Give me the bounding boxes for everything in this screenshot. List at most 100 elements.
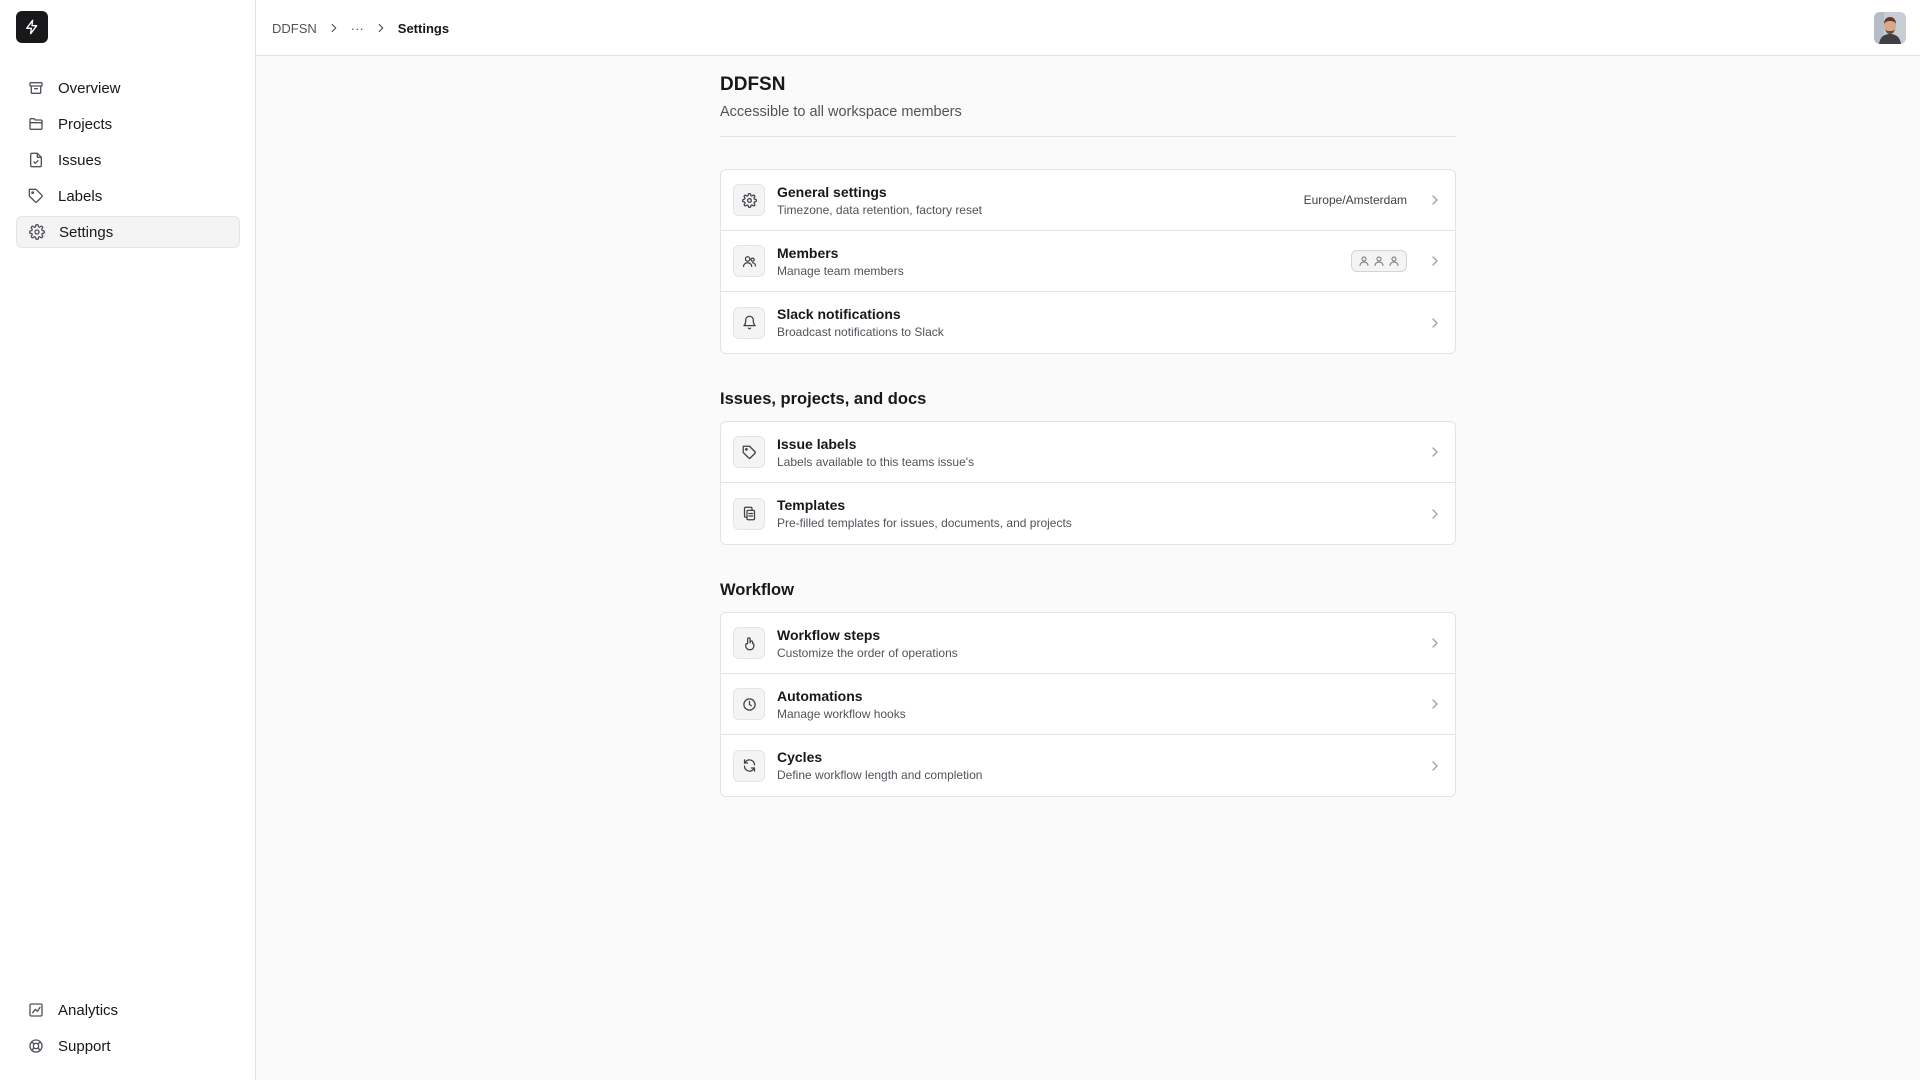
row-title: Members <box>777 244 839 261</box>
chevron-right-icon <box>378 23 384 33</box>
chevron-right-icon <box>331 23 337 33</box>
slack-notifications-row[interactable]: Slack notifications Broadcast notificati… <box>721 292 1455 353</box>
row-title: Templates <box>777 497 846 513</box>
sidebar-item-label: Support <box>58 1037 111 1055</box>
clock-icon <box>742 697 756 711</box>
chevron-right-icon <box>1432 760 1438 771</box>
sidebar-item-overview[interactable]: Overview <box>16 72 240 104</box>
breadcrumb-root[interactable]: DDFSN <box>272 21 317 36</box>
breadcrumb-ellipsis[interactable]: ··· <box>351 21 364 36</box>
gear-icon <box>741 192 757 208</box>
sidebar: Overview Projects Issues Labels Settings… <box>0 0 256 1080</box>
row-text: General settings Timezone, data retentio… <box>777 183 1304 218</box>
row-icon <box>733 749 765 782</box>
person-icon <box>1359 256 1369 266</box>
sidebar-item-issues[interactable]: Issues <box>16 144 240 176</box>
row-text: Automations Manage workflow hooks <box>777 687 1427 722</box>
row-description: Labels available to this teams issue's <box>777 454 975 469</box>
sidebar-item-analytics[interactable]: Analytics <box>16 994 240 1026</box>
chevron-right-icon <box>1432 638 1438 648</box>
app-logo[interactable] <box>16 11 48 43</box>
sidebar-item-label: Labels <box>58 187 103 205</box>
sidebar-nav: Overview Projects Issues Labels Settings <box>16 72 240 252</box>
sidebar-bottom-nav: Analytics Support <box>16 994 240 1066</box>
pointer-hand-icon <box>744 636 754 650</box>
topbar: DDFSN ··· Settings <box>256 0 1920 56</box>
gear-icon <box>29 224 45 240</box>
row-description: Manage workflow hooks <box>777 706 906 721</box>
row-icon <box>733 627 765 659</box>
chevron-right-icon <box>1432 195 1438 205</box>
automations-row[interactable]: Automations Manage workflow hooks <box>721 674 1455 735</box>
timezone-value: Europe/Amsterdam <box>1303 193 1407 207</box>
general-settings-row[interactable]: General settings Timezone, data retentio… <box>721 170 1455 231</box>
users-icon <box>742 255 756 267</box>
row-icon <box>733 497 765 530</box>
members-row[interactable]: Members Manage team members <box>721 231 1455 292</box>
chart-icon <box>29 1003 43 1017</box>
cycles-row[interactable]: Cycles Define workflow length and comple… <box>721 735 1455 796</box>
breadcrumb: DDFSN ··· Settings <box>272 0 449 56</box>
row-icon <box>733 436 765 468</box>
member-avatars <box>1351 250 1407 272</box>
section-title-workflow: Workflow <box>720 581 794 599</box>
row-icon <box>733 184 765 216</box>
row-title: General settings <box>777 183 887 200</box>
person-icon <box>1389 256 1399 266</box>
row-text: Slack notifications Broadcast notificati… <box>777 305 1427 340</box>
tag-icon <box>28 188 43 203</box>
row-description: Manage team members <box>777 263 904 278</box>
chevron-right-icon <box>1432 699 1438 709</box>
section-title-issues: Issues, projects, and docs <box>720 390 927 408</box>
avatar[interactable] <box>1874 12 1906 44</box>
row-description: Define workflow length and completion <box>777 768 983 782</box>
sidebar-item-label: Overview <box>58 79 121 97</box>
chevron-right-icon <box>1432 508 1438 519</box>
row-text: Cycles Define workflow length and comple… <box>777 748 1427 783</box>
sidebar-item-projects[interactable]: Projects <box>16 108 240 140</box>
user-avatar-icon <box>1874 12 1906 44</box>
row-title: Workflow steps <box>777 626 881 643</box>
row-description: Customize the order of operations <box>777 645 958 660</box>
row-text: Templates Pre-filled templates for issue… <box>777 496 1427 531</box>
sidebar-item-settings[interactable]: Settings <box>16 216 240 248</box>
row-title: Cycles <box>777 749 823 765</box>
bell-icon <box>742 315 756 330</box>
sidebar-item-labels[interactable]: Labels <box>16 180 240 212</box>
row-description: Pre-filled templates for issues, documen… <box>777 516 1072 530</box>
row-description: Broadcast notifications to Slack <box>777 325 944 339</box>
row-icon <box>733 245 765 277</box>
issues-card: Issue labels Labels available to this te… <box>720 421 1456 545</box>
row-icon <box>733 688 765 720</box>
row-title: Issue labels <box>777 435 857 452</box>
row-text: Members Manage team members <box>777 244 1351 279</box>
person-icon <box>1374 256 1384 266</box>
lifebuoy-icon <box>29 1039 43 1053</box>
settings-main: DDFSN Accessible to all workspace member… <box>720 74 1456 797</box>
page-subtitle: Accessible to all workspace members <box>720 104 1456 137</box>
templates-row[interactable]: Templates Pre-filled templates for issue… <box>721 483 1455 544</box>
row-text: Issue labels Labels available to this te… <box>777 435 1427 470</box>
workflow-card: Workflow steps Customize the order of op… <box>720 612 1456 797</box>
row-title: Automations <box>777 687 863 704</box>
chevron-right-icon <box>1432 447 1438 457</box>
sidebar-item-support[interactable]: Support <box>16 1030 240 1062</box>
sidebar-item-label: Analytics <box>58 1001 119 1019</box>
workflow-steps-row[interactable]: Workflow steps Customize the order of op… <box>721 613 1455 674</box>
sidebar-item-label: Settings <box>59 223 114 241</box>
file-icon <box>30 152 42 168</box>
row-icon <box>733 306 765 339</box>
page-title: DDFSN <box>720 74 786 95</box>
breadcrumb-current: Settings <box>397 20 450 36</box>
tag-icon <box>742 445 756 459</box>
sidebar-item-label: Projects <box>58 115 113 133</box>
sidebar-item-label: Issues <box>58 151 102 169</box>
row-description: Timezone, data retention, factory reset <box>777 202 982 217</box>
issue-labels-row[interactable]: Issue labels Labels available to this te… <box>721 422 1455 483</box>
refresh-icon <box>743 759 755 772</box>
archive-icon <box>29 82 43 94</box>
general-settings-card: General settings Timezone, data retentio… <box>720 169 1456 354</box>
bolt-icon <box>26 19 38 35</box>
row-title: Slack notifications <box>777 306 901 322</box>
row-text: Workflow steps Customize the order of op… <box>777 626 1427 661</box>
